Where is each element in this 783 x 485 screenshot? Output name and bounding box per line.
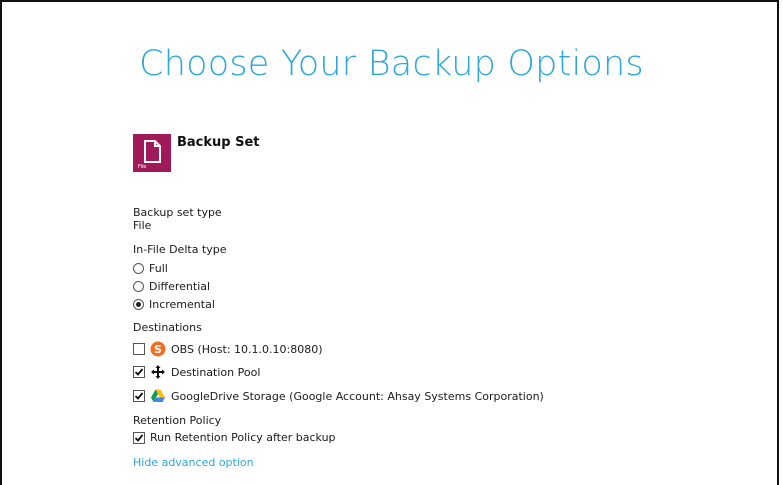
page-title: Choose Your Backup Options [139, 44, 644, 84]
radio-incremental[interactable]: Incremental [133, 298, 215, 311]
svg-text:S: S [154, 343, 162, 356]
radio-full[interactable]: Full [133, 262, 168, 275]
hide-advanced-option-link[interactable]: Hide advanced option [133, 456, 254, 469]
destinations-label: Destinations [133, 321, 202, 334]
radio-differential[interactable]: Differential [133, 280, 210, 293]
backup-set-type-label: Backup set type [133, 206, 222, 219]
radio-label: Incremental [149, 298, 215, 311]
delta-type-label: In-File Delta type [133, 243, 227, 256]
checkbox-unchecked[interactable] [133, 343, 145, 355]
destination-pool[interactable]: Destination Pool [133, 364, 260, 380]
move-arrows-icon [150, 364, 166, 380]
obs-icon: S [150, 341, 166, 357]
destination-obs[interactable]: S OBS (Host: 10.1.0.10:8080) [133, 341, 323, 357]
backup-set-title: Backup Set [177, 135, 260, 150]
radio-label: Full [149, 262, 168, 275]
checkbox-checked[interactable] [133, 431, 145, 444]
destination-label: OBS (Host: 10.1.0.10:8080) [171, 342, 323, 356]
retention-policy-label: Retention Policy [133, 414, 222, 427]
radio-button[interactable] [133, 263, 144, 274]
destination-googledrive[interactable]: GoogleDrive Storage (Google Account: Ahs… [133, 388, 544, 404]
google-drive-icon [150, 388, 166, 404]
file-backup-set-icon: File [133, 134, 171, 172]
checkbox-checked[interactable] [133, 366, 145, 378]
destination-label: Destination Pool [171, 365, 261, 379]
backup-set-type-value: File [133, 219, 152, 232]
retention-option[interactable]: Run Retention Policy after backup [133, 431, 336, 444]
radio-label: Differential [149, 280, 211, 293]
destination-label: GoogleDrive Storage (Google Account: Ahs… [171, 389, 544, 403]
backup-set-icon-caption: File [138, 164, 147, 170]
retention-option-label: Run Retention Policy after backup [150, 431, 336, 444]
radio-button[interactable] [133, 281, 144, 292]
radio-button-selected[interactable] [133, 299, 144, 310]
checkbox-checked[interactable] [133, 390, 145, 402]
